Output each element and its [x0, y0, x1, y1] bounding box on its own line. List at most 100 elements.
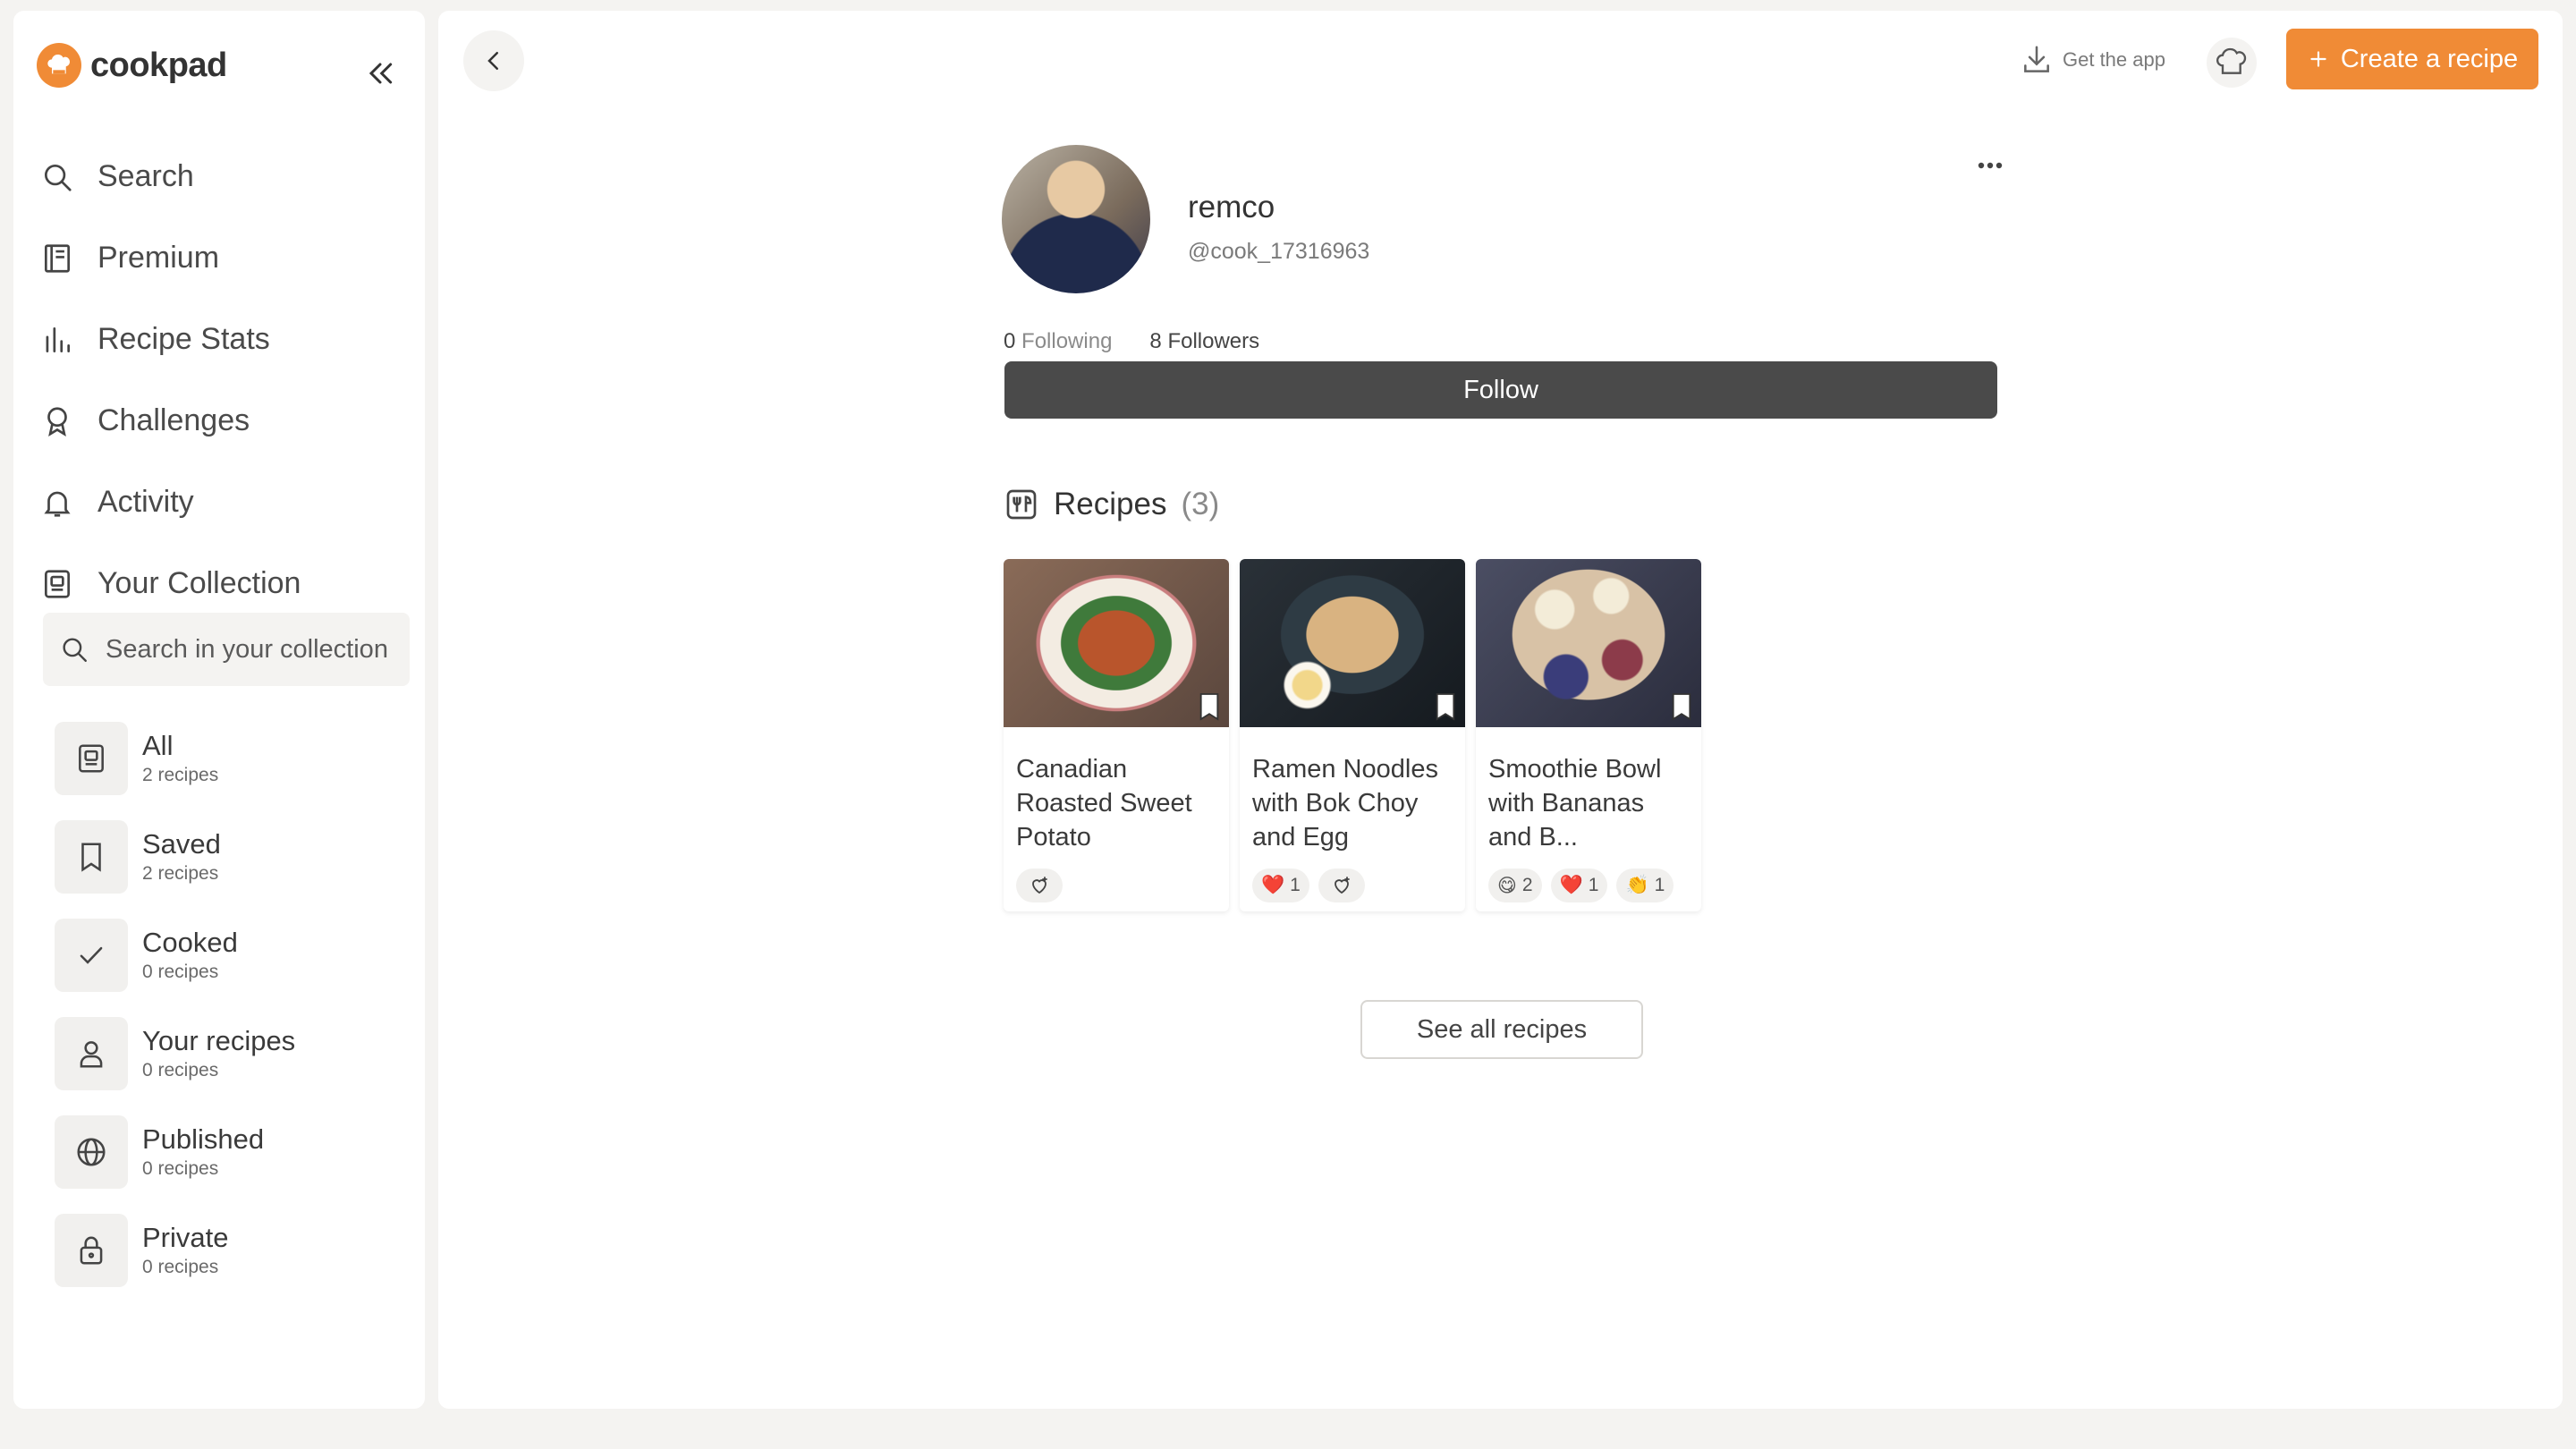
- reaction-yum[interactable]: 😋 2: [1488, 869, 1542, 902]
- nav-label: Activity: [97, 485, 194, 519]
- chef-hat-icon: [37, 43, 81, 88]
- more-horizontal-icon: [1978, 162, 2003, 169]
- following-count: 0: [1004, 329, 1016, 353]
- reaction-heart[interactable]: ❤️ 1: [1550, 869, 1608, 902]
- bookmark-icon[interactable]: [1197, 691, 1222, 722]
- recipe-image: [1476, 559, 1701, 727]
- collection-title: Saved: [142, 828, 221, 860]
- following-link[interactable]: 0 Following: [1004, 329, 1112, 354]
- reaction-count: 1: [1588, 875, 1599, 895]
- profile-handle: @cook_17316963: [1188, 239, 1370, 264]
- nav-label: Your Collection: [97, 566, 301, 600]
- collection-count: 2 recipes: [142, 765, 219, 785]
- nav-label: Premium: [97, 241, 220, 275]
- collection-item-cooked[interactable]: Cooked 0 recipes: [55, 906, 412, 1004]
- recipe-title: Canadian Roasted Sweet Potato: [1016, 755, 1192, 852]
- reaction-emoji: 😋: [1497, 875, 1517, 896]
- collection-item-published[interactable]: Published 0 recipes: [55, 1103, 412, 1201]
- followers-label: Followers: [1167, 329, 1260, 353]
- collection-icon: [79, 744, 104, 773]
- sidebar: cookpad Search Premium Recipe Stats Chal…: [13, 11, 425, 1409]
- main-nav: Search Premium Recipe Stats Challenges A…: [40, 136, 407, 624]
- bell-icon: [44, 491, 71, 517]
- reaction-heart[interactable]: ❤️ 1: [1252, 869, 1309, 902]
- chef-hat-icon: [2216, 47, 2247, 74]
- nav-search[interactable]: Search: [40, 136, 407, 217]
- followers-count: 8: [1149, 329, 1162, 353]
- collection-item-private[interactable]: Private 0 recipes: [55, 1201, 412, 1300]
- reaction-emoji: ❤️: [1559, 875, 1583, 895]
- collection-search-input[interactable]: Search in your collection: [43, 613, 410, 686]
- main-panel: Get the app Create a recipe remco @cook_…: [438, 11, 2563, 1409]
- get-the-app-link[interactable]: Get the app: [2020, 43, 2165, 77]
- collection-title: Published: [142, 1123, 265, 1155]
- profile-name: remco: [1188, 190, 1275, 225]
- recipe-card[interactable]: Smoothie Bowl with Bananas and B... 😋 2 …: [1476, 559, 1701, 911]
- recipe-image: [1004, 559, 1229, 727]
- collection-search-placeholder: Search in your collection: [106, 634, 388, 664]
- reaction-clap[interactable]: 👏 1: [1616, 869, 1674, 902]
- collection-title: Private: [142, 1222, 229, 1253]
- back-button[interactable]: [463, 30, 524, 91]
- reaction-count: 1: [1654, 875, 1665, 895]
- recipes-count: (3): [1181, 487, 1220, 521]
- collapse-sidebar-button[interactable]: [362, 55, 398, 91]
- recipe-image: [1240, 559, 1465, 727]
- recipes-heading: Recipes (3): [1004, 487, 1219, 522]
- more-options-button[interactable]: [1968, 152, 2012, 179]
- reactions: ❤️ 1: [1240, 854, 1465, 911]
- premium-icon: [44, 243, 71, 273]
- add-reaction-button[interactable]: [1318, 869, 1365, 902]
- collection-item-all[interactable]: All 2 recipes: [55, 709, 412, 808]
- nav-recipe-stats[interactable]: Recipe Stats: [40, 299, 407, 380]
- recipe-card[interactable]: Canadian Roasted Sweet Potato: [1004, 559, 1229, 911]
- nav-challenges[interactable]: Challenges: [40, 380, 407, 462]
- get-the-app-label: Get the app: [2063, 48, 2165, 71]
- search-icon: [63, 638, 87, 662]
- create-recipe-button[interactable]: Create a recipe: [2286, 29, 2538, 89]
- collection-item-saved[interactable]: Saved 2 recipes: [55, 808, 412, 906]
- reaction-emoji: ❤️: [1261, 875, 1285, 895]
- recipe-title: Ramen Noodles with Bok Choy and Egg: [1252, 755, 1438, 852]
- award-icon: [47, 406, 67, 436]
- nav-label: Search: [97, 159, 194, 193]
- nav-label: Challenges: [97, 403, 250, 437]
- create-recipe-label: Create a recipe: [2340, 44, 2519, 73]
- collection-count: 0 recipes: [142, 1158, 219, 1179]
- bookmark-icon: [81, 843, 101, 872]
- add-reaction-button[interactable]: [1016, 869, 1063, 902]
- chevron-left-icon: [487, 52, 498, 70]
- collection-item-your-recipes[interactable]: Your recipes 0 recipes: [55, 1004, 412, 1103]
- collection-title: Cooked: [142, 927, 238, 958]
- search-icon: [44, 164, 72, 191]
- recipe-card[interactable]: Ramen Noodles with Bok Choy and Egg ❤️ 1: [1240, 559, 1465, 911]
- reactions: [1004, 854, 1229, 911]
- nav-label: Recipe Stats: [97, 322, 270, 356]
- account-avatar-button[interactable]: [2207, 38, 2257, 88]
- collection-count: 0 recipes: [142, 1257, 219, 1277]
- heart-plus-icon: [1032, 877, 1047, 894]
- brand-name: cookpad: [90, 46, 227, 84]
- reaction-count: 2: [1521, 875, 1533, 895]
- download-icon: [2024, 46, 2049, 72]
- bookmark-icon[interactable]: [1433, 691, 1458, 722]
- stats-icon: [46, 326, 71, 352]
- user-icon: [80, 1041, 103, 1068]
- lock-icon: [80, 1236, 103, 1265]
- follow-button[interactable]: Follow: [1004, 361, 1997, 419]
- heart-plus-icon: [1334, 877, 1350, 894]
- recipe-title: Smoothie Bowl with Bananas and B...: [1488, 755, 1662, 852]
- nav-premium[interactable]: Premium: [40, 217, 407, 299]
- see-all-recipes-button[interactable]: See all recipes: [1360, 1000, 1643, 1059]
- collection-count: 0 recipes: [142, 962, 219, 982]
- reactions: 😋 2 ❤️ 1 👏 1: [1476, 854, 1701, 911]
- collection-title: Your recipes: [142, 1025, 296, 1056]
- collection-count: 2 recipes: [142, 863, 219, 884]
- followers-link[interactable]: 8 Followers: [1149, 329, 1259, 354]
- cookpad-logo[interactable]: cookpad: [37, 43, 227, 88]
- nav-activity[interactable]: Activity: [40, 462, 407, 543]
- collection-list: All 2 recipes Saved 2 recipes Cooked 0 reci…: [55, 709, 412, 1300]
- profile-stats: 0 Following 8 Followers: [1004, 329, 1259, 354]
- bookmark-icon[interactable]: [1669, 691, 1694, 722]
- recipe-book-icon: [1006, 489, 1037, 520]
